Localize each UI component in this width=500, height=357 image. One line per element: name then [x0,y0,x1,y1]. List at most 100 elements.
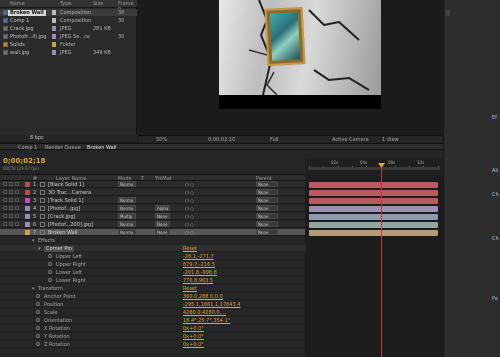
current-time-indicator[interactable] [378,163,385,357]
layer-switches[interactable]: ∕ ∕ ○ [185,182,194,187]
effects-panel-label[interactable]: Ef [492,115,497,121]
property-value[interactable]: Reset [183,286,197,292]
layer-label-color[interactable] [25,230,30,235]
stopwatch-icon[interactable] [36,326,40,330]
stopwatch-icon[interactable] [36,342,40,346]
timeline-timecode[interactable]: 0;00;02;18 [3,157,46,165]
bpc-indicator[interactable]: 8 bpc [30,135,44,142]
layer-row[interactable]: 6 [Photof...200].jpg] Norma None ∕ ∕ ○ None [0,221,305,228]
property-value[interactable]: Reset [183,246,197,252]
stopwatch-icon[interactable] [36,302,40,306]
layer-name[interactable]: Broken Wall [48,230,77,236]
layer-switches[interactable]: ∕ ∕ ○ [185,214,194,219]
lock-toggle[interactable] [15,198,19,202]
blend-mode-dropdown[interactable]: Multip [118,213,136,219]
property-value[interactable]: -201.8,-998.8 [183,270,217,276]
layer-switches[interactable]: ∕ ∕ ○ [185,222,194,227]
solo-toggle[interactable] [9,198,13,202]
layer-name[interactable]: [Track Solid 1] [48,198,84,204]
time-ruler[interactable]: 02s 04s 08s 10s [305,158,443,174]
composition-viewer[interactable] [138,0,442,135]
column-size[interactable]: Size [93,1,103,7]
parent-dropdown[interactable]: None [256,205,278,211]
property-value[interactable]: 4280.0,4280.0,... [183,310,226,316]
layer-duration-bar[interactable] [309,182,438,188]
parent-dropdown[interactable]: None [256,229,278,235]
visibility-eye-icon[interactable] [3,182,7,186]
layer-duration-bar[interactable] [309,190,438,196]
expand-arrow-icon[interactable]: ▾ [38,246,41,252]
parent-dropdown[interactable]: None [256,213,278,219]
layer-label-color[interactable] [25,182,30,187]
layer-label-color[interactable] [25,214,30,219]
project-item[interactable]: Comp 1 Composition 30 [0,17,137,24]
project-item[interactable]: Photofr...il).jpg JPEG Se...ce 30 [0,33,137,40]
column-name[interactable]: Name [10,1,25,7]
layer-name[interactable]: [Photof...200].jpg] [48,222,93,228]
property-value[interactable]: 360.0,288.0,0.0 [183,294,223,300]
layer-name[interactable]: [Crack.jpg] [48,214,75,220]
layer-switches[interactable]: ∕ ∕ ○ [185,190,194,195]
layer-name[interactable]: 3D Trac...Camera [48,190,91,196]
layer-label-color[interactable] [25,206,30,211]
label-color-swatch[interactable] [52,42,56,47]
layer-label-color[interactable] [25,198,30,203]
project-item[interactable]: wall.jpg JPEG 349 KB [0,49,137,56]
blend-mode-dropdown[interactable]: Norma [118,205,136,211]
blend-mode-dropdown[interactable]: Norma [118,197,136,203]
label-color-swatch[interactable] [52,50,56,55]
property-row[interactable]: ▾ Effects [0,237,305,244]
visibility-eye-icon[interactable] [3,214,7,218]
layer-row[interactable]: 1 [Black Solid 1] Norma ∕ ∕ ○ None [0,181,305,188]
solo-toggle[interactable] [9,214,13,218]
column-type[interactable]: Type [60,1,71,7]
stopwatch-icon[interactable] [48,254,52,258]
label-color-swatch[interactable] [52,10,56,15]
stopwatch-icon[interactable] [48,270,52,274]
layer-row[interactable]: 7 Broken Wall Norma None ∕ ∕ ○ None [0,229,305,236]
stopwatch-icon[interactable] [36,294,40,298]
stopwatch-icon[interactable] [48,278,52,282]
solo-toggle[interactable] [9,190,13,194]
property-value[interactable]: 879.7,-216.5 [183,262,215,268]
visibility-eye-icon[interactable] [3,206,7,210]
stopwatch-icon[interactable] [36,310,40,314]
property-value[interactable]: 0x+0.0° [183,326,204,332]
paragraph-panel-label[interactable]: Pa [492,296,498,302]
project-item[interactable]: Broken Wall Composition 30 [0,9,137,16]
layer-duration-bar[interactable] [309,206,438,212]
solo-toggle[interactable] [9,206,13,210]
layer-row[interactable]: 4 [Photof...jpg] Norma Alpha ∕ ∕ ○ None [0,205,305,212]
visibility-eye-icon[interactable] [3,230,7,234]
layer-switches[interactable]: ∕ ∕ ○ [185,206,194,211]
expand-arrow-icon[interactable]: ▾ [32,286,35,292]
label-color-swatch[interactable] [52,34,56,39]
track-matte-dropdown[interactable]: None [155,213,170,219]
property-row[interactable]: ▾ Transform Reset [0,285,305,292]
expand-arrow-icon[interactable]: ▾ [32,238,35,244]
layer-name[interactable]: [Black Solid 1] [48,182,84,188]
character-panel-label[interactable]: Ch [492,192,499,198]
stopwatch-icon[interactable] [36,318,40,322]
parent-dropdown[interactable]: None [256,181,278,187]
lock-toggle[interactable] [15,222,19,226]
visibility-eye-icon[interactable] [3,198,7,202]
work-area-bar[interactable] [308,167,440,170]
track-matte-dropdown[interactable]: Alpha [155,205,170,211]
layer-switches[interactable]: ∕ ∕ ○ [185,198,194,203]
align-panel-label[interactable]: Ali [492,168,498,174]
property-value[interactable]: 0x+0.0° [183,342,204,348]
blend-mode-dropdown[interactable]: Norma [118,221,136,227]
layer-name[interactable]: [Photof...jpg] [48,206,80,212]
project-item[interactable]: Crack.jpg JPEG 281 KB [0,25,137,32]
lock-toggle[interactable] [15,230,19,234]
lock-toggle[interactable] [15,206,19,210]
layer-row[interactable]: 2 3D Trac...Camera ∕ ∕ ○ None [0,189,305,196]
property-value[interactable]: 0x+0.0° [183,334,204,340]
layer-duration-bar[interactable] [309,230,438,236]
property-value[interactable]: 18.4°,25.7°,354.1° [183,318,230,324]
layer-duration-bar[interactable] [309,214,438,220]
character2-panel-label[interactable]: Ch [492,236,499,242]
blend-mode-dropdown[interactable]: Norma [118,229,136,235]
track-matte-dropdown[interactable]: None [155,229,170,235]
